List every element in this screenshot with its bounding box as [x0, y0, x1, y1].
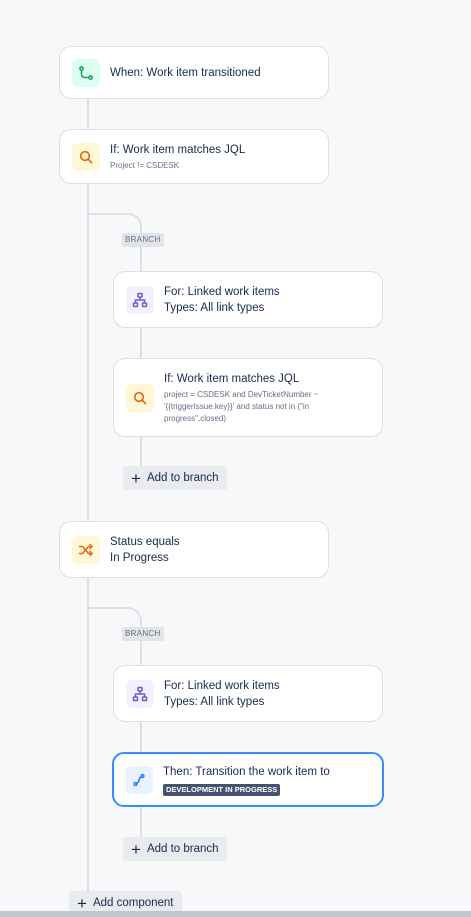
- add-component-label: Add component: [92, 897, 174, 909]
- branch-connector: [140, 806, 142, 838]
- condition-title: If: Work item matches JQL: [110, 143, 246, 156]
- branch-connector: [140, 640, 142, 666]
- flow-icon: [72, 58, 100, 87]
- add-to-branch-label: Add to branch: [146, 472, 219, 484]
- branch-connector-curve: [88, 213, 142, 235]
- branch-for-card[interactable]: For: Linked work items Types: All link t…: [113, 271, 383, 328]
- add-to-branch-button[interactable]: + Add to branch: [123, 466, 227, 490]
- condition-card-jql[interactable]: If: Work item matches JQL Project != CSD…: [59, 129, 329, 184]
- for-subtitle: Types: All link types: [164, 695, 265, 708]
- hierarchy-icon: [126, 679, 154, 708]
- branch-connector-curve: [88, 607, 142, 629]
- condition-detail-line: progress",closed): [164, 413, 226, 423]
- search-icon: [72, 142, 100, 171]
- branch-connector: [140, 246, 142, 272]
- for-title: For: Linked work items: [164, 285, 280, 298]
- plus-icon: +: [77, 893, 87, 913]
- add-to-branch-button[interactable]: + Add to branch: [123, 837, 227, 861]
- transition-icon: [125, 765, 153, 794]
- branch-badge: BRANCH: [122, 627, 164, 641]
- transition-action-card[interactable]: Then: Transition the work item to DEVELO…: [112, 752, 384, 807]
- condition-detail-line: project = CSDESK and DevTicketNumber ~: [164, 389, 319, 399]
- plus-icon: +: [131, 468, 141, 488]
- branch-connector: [140, 327, 142, 359]
- status-lozenge: DEVELOPMENT IN PROGRESS: [163, 783, 281, 796]
- status-title: Status equals: [110, 535, 180, 548]
- trigger-title: When: Work item transitioned: [110, 66, 261, 79]
- branch-connector: [140, 721, 142, 753]
- horizontal-scrollbar[interactable]: [0, 911, 471, 917]
- for-subtitle: Types: All link types: [164, 301, 265, 314]
- main-connector: [87, 98, 89, 130]
- status-condition-card[interactable]: Status equals In Progress: [59, 521, 329, 578]
- condition-detail: Project != CSDESK: [110, 160, 180, 170]
- shuffle-icon: [72, 535, 100, 564]
- status-subtitle: In Progress: [110, 551, 169, 564]
- branch-badge: BRANCH: [122, 233, 164, 247]
- trigger-card[interactable]: When: Work item transitioned: [59, 46, 329, 99]
- condition-detail-line: '{{triggerIssue.key}}' and status not in…: [164, 401, 310, 411]
- condition-title: If: Work item matches JQL: [164, 372, 300, 385]
- plus-icon: +: [131, 839, 141, 859]
- branch-for-card[interactable]: For: Linked work items Types: All link t…: [113, 665, 383, 722]
- add-to-branch-label: Add to branch: [146, 843, 219, 855]
- condition-detail: project = CSDESK and DevTicketNumber ~ '…: [164, 389, 349, 425]
- branch-condition-card[interactable]: If: Work item matches JQL project = CSDE…: [113, 358, 383, 437]
- search-icon: [126, 383, 154, 412]
- for-title: For: Linked work items: [164, 679, 280, 692]
- action-title: Then: Transition the work item to: [163, 765, 330, 778]
- hierarchy-icon: [126, 285, 154, 314]
- branch-connector: [140, 436, 142, 466]
